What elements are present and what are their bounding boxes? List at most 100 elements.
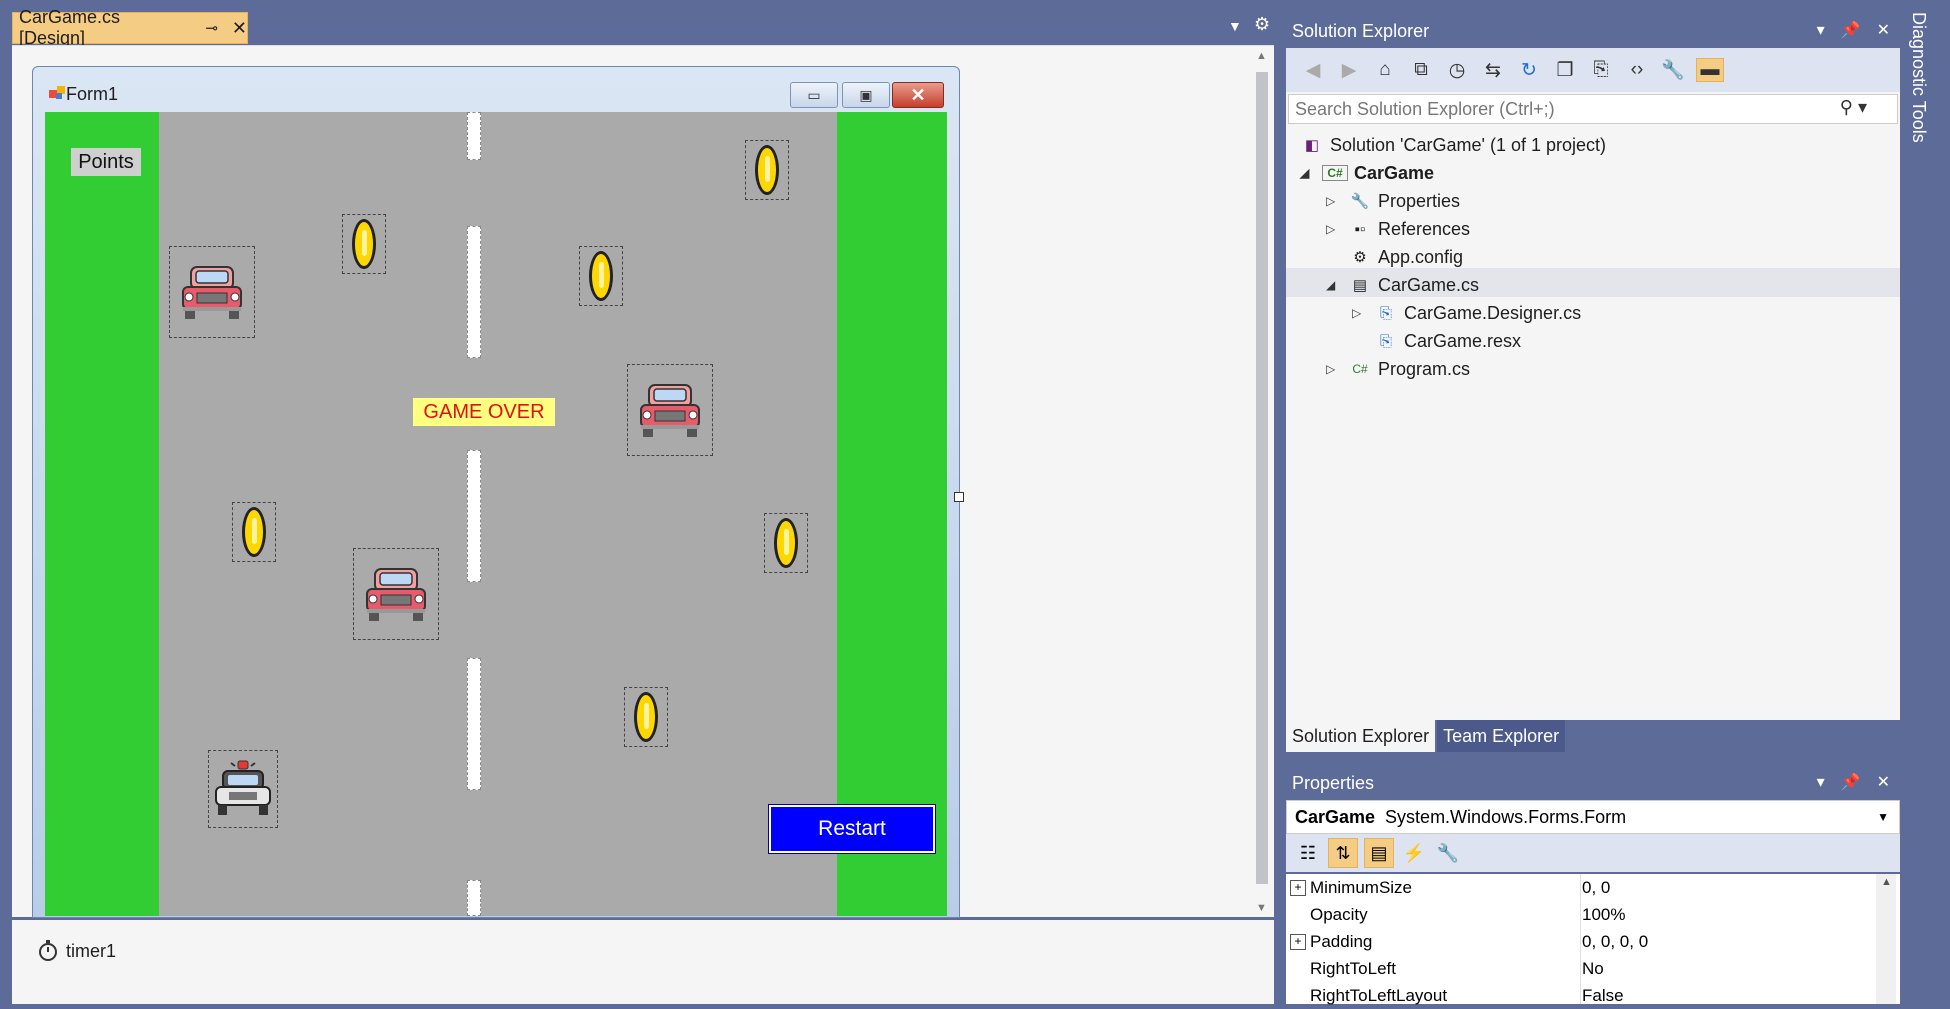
dropdown-icon[interactable]: ▾ bbox=[1817, 20, 1825, 40]
alphabetical-icon[interactable]: ⇅ bbox=[1328, 838, 1358, 868]
resx-file-icon: ⎘ bbox=[1379, 332, 1392, 350]
back-icon[interactable]: ◀ bbox=[1300, 59, 1326, 82]
expanded-arrow-icon[interactable]: ◢ bbox=[1326, 278, 1348, 292]
csharp-file-icon: C# bbox=[1352, 362, 1368, 376]
property-name: RightToLeft bbox=[1310, 958, 1396, 978]
close-icon[interactable]: ✕ bbox=[232, 18, 247, 39]
scroll-up-icon[interactable]: ▲ bbox=[1256, 50, 1267, 62]
expand-icon[interactable]: + bbox=[1290, 879, 1306, 896]
collapsed-arrow-icon[interactable]: ▷ bbox=[1326, 362, 1348, 376]
coin-sprite[interactable] bbox=[579, 246, 623, 306]
tree-item-cargame-designer-cs[interactable]: ▷ ⎘ CarGame.Designer.cs bbox=[1352, 299, 1581, 327]
preview-selected-items-icon[interactable]: ▬ bbox=[1696, 58, 1724, 82]
maximize-icon: ▣ bbox=[859, 86, 873, 103]
property-name: RightToLeftLayout bbox=[1310, 985, 1448, 1005]
restart-button[interactable]: Restart bbox=[768, 804, 936, 854]
lane-marker[interactable] bbox=[467, 658, 481, 790]
tree-item-project-cargame[interactable]: ◢ C# CarGame bbox=[1300, 159, 1434, 187]
lane-marker[interactable] bbox=[467, 226, 481, 358]
chevron-down-icon[interactable]: ▼ bbox=[1877, 810, 1889, 824]
minimize-icon: ▭ bbox=[807, 86, 821, 103]
resize-handle[interactable] bbox=[954, 492, 964, 502]
switch-views-icon[interactable]: ⧉ bbox=[1408, 59, 1434, 81]
search-icon[interactable]: ⚲ ▾ bbox=[1840, 97, 1867, 118]
properties-object-selector[interactable]: CarGame System.Windows.Forms.Form ▼ bbox=[1286, 800, 1900, 834]
show-all-files-icon[interactable]: ⎘ bbox=[1588, 59, 1614, 81]
gear-icon[interactable]: ⚙ bbox=[1254, 14, 1270, 35]
tab-team-explorer[interactable]: Team Explorer bbox=[1437, 720, 1566, 752]
designer-vertical-scrollbar[interactable]: ▲ ▼ bbox=[1252, 50, 1272, 916]
tree-item-cargame-resx[interactable]: ⎘ CarGame.resx bbox=[1374, 327, 1521, 355]
dropdown-icon[interactable]: ▾ bbox=[1817, 772, 1825, 792]
coin-icon bbox=[352, 219, 376, 269]
coin-sprite[interactable] bbox=[342, 214, 386, 274]
solution-explorer-search[interactable]: Search Solution Explorer (Ctrl+;) ⚲ ▾ bbox=[1288, 94, 1898, 124]
expanded-arrow-icon[interactable]: ◢ bbox=[1300, 166, 1322, 180]
minimize-button[interactable]: ▭ bbox=[790, 82, 838, 108]
sync-icon[interactable]: ⇆ bbox=[1480, 59, 1506, 82]
expand-icon[interactable]: + bbox=[1290, 933, 1306, 950]
form-close-button[interactable]: ✕ bbox=[892, 82, 944, 108]
points-label[interactable]: Points bbox=[71, 148, 141, 176]
coin-sprite[interactable] bbox=[764, 513, 808, 573]
tab-list-dropdown-icon[interactable]: ▼ bbox=[1228, 18, 1242, 34]
enemy-car-sprite[interactable] bbox=[627, 364, 713, 456]
tree-item-properties[interactable]: ▷ 🔧 Properties bbox=[1326, 187, 1460, 215]
coin-sprite[interactable] bbox=[232, 502, 276, 562]
tree-item-references[interactable]: ▷ ▪▫ References bbox=[1326, 215, 1470, 243]
pin-icon[interactable]: ⊸ bbox=[205, 19, 218, 37]
collapsed-arrow-icon[interactable]: ▷ bbox=[1326, 222, 1348, 236]
diagnostic-tools-label[interactable]: Diagnostic Tools bbox=[1908, 12, 1929, 143]
properties-scrollbar[interactable]: ▲ bbox=[1876, 874, 1896, 1004]
property-value[interactable]: 0, 0 bbox=[1582, 878, 1610, 898]
property-value[interactable]: No bbox=[1582, 959, 1604, 979]
tree-item-cargame-cs[interactable]: ◢ ▤ CarGame.cs bbox=[1326, 271, 1479, 299]
close-icon[interactable]: ✕ bbox=[1877, 20, 1890, 40]
forward-icon[interactable]: ▶ bbox=[1336, 59, 1362, 82]
form-title: Form1 bbox=[66, 84, 119, 104]
property-column-divider[interactable] bbox=[1580, 874, 1581, 1004]
lane-marker[interactable] bbox=[467, 450, 481, 582]
config-file-icon: ⚙ bbox=[1353, 249, 1367, 266]
categorized-icon[interactable]: ☷ bbox=[1294, 839, 1322, 867]
wrench-icon[interactable]: 🔧 bbox=[1660, 58, 1686, 82]
game-over-label[interactable]: GAME OVER bbox=[413, 398, 555, 426]
coin-sprite[interactable] bbox=[624, 687, 668, 747]
tree-item-program-cs[interactable]: ▷ C# Program.cs bbox=[1326, 355, 1470, 383]
pending-changes-filter-icon[interactable]: ◷ bbox=[1444, 59, 1470, 82]
diagnostic-tools-side-tab[interactable] bbox=[1904, 0, 1950, 1004]
pin-icon[interactable]: 📌 bbox=[1841, 772, 1861, 792]
collapse-all-icon[interactable]: ❐ bbox=[1552, 59, 1578, 82]
events-lightning-icon[interactable]: ⚡ bbox=[1400, 839, 1428, 867]
timer-component[interactable]: timer1 bbox=[38, 940, 116, 962]
lane-marker[interactable] bbox=[467, 112, 481, 160]
close-icon: ✕ bbox=[910, 84, 926, 105]
scroll-up-icon[interactable]: ▲ bbox=[1881, 876, 1892, 888]
refresh-icon[interactable]: ↻ bbox=[1516, 59, 1542, 82]
property-value[interactable]: False bbox=[1582, 986, 1624, 1006]
property-value[interactable]: 100% bbox=[1582, 905, 1625, 925]
scroll-down-icon[interactable]: ▼ bbox=[1256, 902, 1267, 914]
enemy-car-sprite[interactable] bbox=[353, 548, 439, 640]
tree-item-solution[interactable]: ◧ Solution 'CarGame' (1 of 1 project) bbox=[1300, 131, 1606, 159]
enemy-car-sprite[interactable] bbox=[169, 246, 255, 338]
document-tab-cargame-design[interactable]: CarGame.cs [Design] ⊸ ✕ bbox=[12, 7, 248, 48]
close-icon[interactable]: ✕ bbox=[1877, 772, 1890, 792]
collapsed-arrow-icon[interactable]: ▷ bbox=[1352, 306, 1374, 320]
game-client-area: Points GAME OVER Restart bbox=[45, 112, 947, 916]
coin-sprite[interactable] bbox=[745, 140, 789, 200]
properties-icon[interactable]: ▤ bbox=[1364, 838, 1394, 868]
lane-marker[interactable] bbox=[467, 880, 481, 916]
collapsed-arrow-icon[interactable]: ▷ bbox=[1326, 194, 1348, 208]
maximize-button[interactable]: ▣ bbox=[842, 82, 890, 108]
view-code-icon[interactable]: ‹› bbox=[1624, 59, 1650, 81]
tree-item-app-config[interactable]: ⚙ App.config bbox=[1348, 243, 1463, 271]
player-car-sprite[interactable] bbox=[208, 750, 278, 828]
coin-icon bbox=[589, 251, 613, 301]
home-icon[interactable]: ⌂ bbox=[1372, 59, 1398, 81]
property-value[interactable]: 0, 0, 0, 0 bbox=[1582, 932, 1648, 952]
scrollbar-thumb[interactable] bbox=[1256, 72, 1268, 884]
pin-icon[interactable]: 📌 bbox=[1841, 20, 1861, 40]
tab-solution-explorer[interactable]: Solution Explorer bbox=[1286, 720, 1436, 752]
property-pages-icon[interactable]: 🔧 bbox=[1434, 839, 1462, 867]
